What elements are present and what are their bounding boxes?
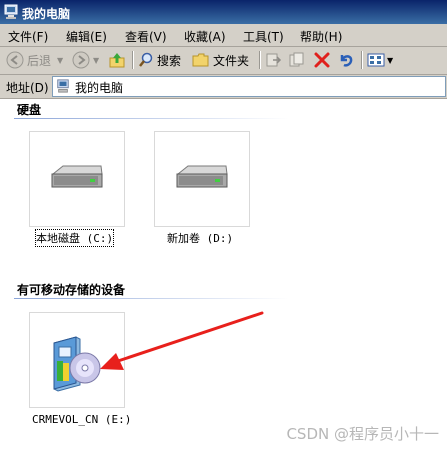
menu-view[interactable]: 查看(V): [125, 28, 167, 45]
address-bar: 地址(D) 我的电脑: [0, 75, 447, 99]
file-view[interactable]: 硬盘 本地磁盘 (C:) 新加卷 (D:) 有可移动存储的设备 CRMEVOL_…: [0, 99, 447, 450]
folders-button[interactable]: 文件夹: [192, 50, 249, 70]
views-icon: [367, 53, 385, 67]
watermark: CSDN @程序员小十一: [286, 425, 439, 443]
back-button[interactable]: 后退 ▼: [6, 50, 63, 70]
search-icon: [139, 52, 153, 67]
menu-file[interactable]: 文件(F): [8, 28, 48, 45]
views-dropdown-icon[interactable]: ▼: [387, 56, 393, 65]
forward-arrow-icon: [72, 51, 90, 69]
forward-dropdown-icon[interactable]: ▼: [93, 56, 99, 65]
copy-to-icon: [289, 52, 304, 67]
move-to-icon: [266, 53, 282, 67]
back-arrow-icon: [6, 51, 24, 69]
folder-up-icon: [109, 53, 125, 68]
address-input[interactable]: 我的电脑: [52, 76, 446, 97]
window-title: 我的电脑: [22, 7, 71, 21]
delete-icon: [314, 52, 330, 68]
move-to-button[interactable]: [264, 50, 282, 70]
menu-bar: 文件(F) 编辑(E) 查看(V) 收藏(A) 工具(T) 帮助(H): [0, 24, 447, 47]
search-button[interactable]: 搜索: [138, 50, 181, 70]
folders-icon: [192, 53, 209, 67]
folders-label: 文件夹: [213, 53, 250, 68]
undo-button[interactable]: [337, 50, 355, 70]
up-button[interactable]: [108, 50, 126, 70]
my-computer-icon: [4, 4, 18, 19]
copy-to-button[interactable]: [288, 50, 306, 70]
menu-favorites[interactable]: 收藏(A): [184, 28, 226, 45]
forward-button[interactable]: ▼: [72, 50, 99, 70]
back-dropdown-icon[interactable]: ▼: [57, 56, 63, 65]
menu-help[interactable]: 帮助(H): [300, 28, 342, 45]
menu-edit[interactable]: 编辑(E): [66, 28, 107, 45]
back-label: 后退: [27, 53, 52, 68]
menu-tools[interactable]: 工具(T): [243, 28, 284, 45]
search-label: 搜索: [157, 53, 182, 68]
my-computer-icon: [57, 79, 69, 93]
address-value: 我的电脑: [75, 81, 124, 95]
title-bar[interactable]: 我的电脑: [0, 0, 447, 24]
toolbar: 后退 ▼ ▼ 搜索 文件夹 ▼: [0, 47, 447, 75]
views-button[interactable]: ▼: [367, 50, 393, 70]
undo-icon: [340, 55, 353, 67]
address-label: 地址(D): [6, 81, 49, 95]
delete-button[interactable]: [313, 50, 331, 70]
annotation-arrow: [100, 311, 264, 370]
